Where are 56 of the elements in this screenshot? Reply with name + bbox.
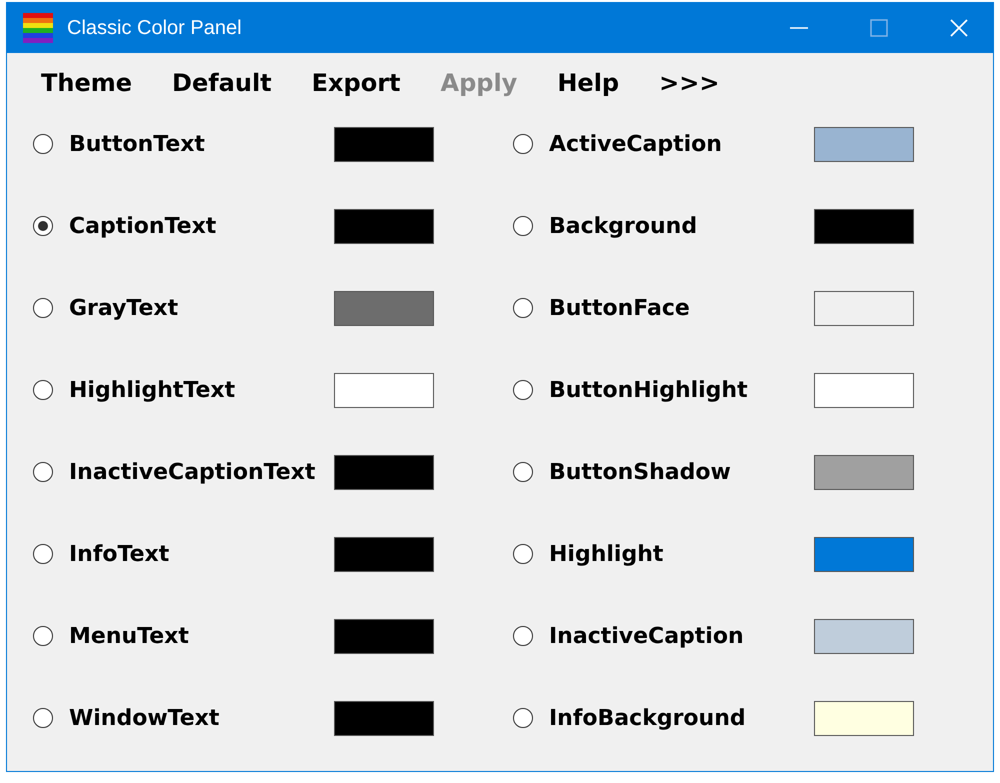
color-name-label: ButtonHighlight <box>549 378 749 402</box>
radio-button[interactable] <box>33 626 53 646</box>
color-name-label: ButtonShadow <box>549 460 732 484</box>
radio-button[interactable] <box>33 544 53 564</box>
radio-button[interactable] <box>513 544 533 564</box>
radio-button[interactable] <box>513 298 533 318</box>
menu-item[interactable]: >>> <box>659 69 720 97</box>
color-name-label: InactiveCaption <box>549 624 745 648</box>
color-swatch[interactable] <box>814 700 914 736</box>
color-name-label: HighlightText <box>69 378 236 402</box>
color-swatch[interactable] <box>814 126 914 162</box>
menu-item[interactable]: Default <box>172 69 272 97</box>
radio-button[interactable] <box>513 708 533 728</box>
radio-button[interactable] <box>513 626 533 646</box>
color-swatch[interactable] <box>334 208 434 244</box>
color-name-label: CaptionText <box>69 214 218 238</box>
rainbow-app-icon <box>23 13 53 43</box>
color-swatch[interactable] <box>814 536 914 572</box>
radio-button[interactable] <box>33 134 53 154</box>
menu-item[interactable]: Theme <box>41 69 132 97</box>
color-name-label: InfoText <box>69 542 170 566</box>
radio-button[interactable] <box>33 298 53 318</box>
radio-button[interactable] <box>33 462 53 482</box>
radio-button[interactable] <box>33 380 53 400</box>
color-swatch[interactable] <box>814 372 914 408</box>
color-name-label: Background <box>549 214 698 238</box>
color-swatch[interactable] <box>334 618 434 654</box>
radio-button[interactable] <box>513 462 533 482</box>
color-name-label: ActiveCaption <box>549 132 723 156</box>
close-icon[interactable] <box>949 18 969 38</box>
color-swatch[interactable] <box>334 372 434 408</box>
color-swatch[interactable] <box>814 618 914 654</box>
color-name-label: ButtonFace <box>549 296 691 320</box>
color-swatch[interactable] <box>334 700 434 736</box>
radio-button[interactable] <box>33 708 53 728</box>
color-name-label: Highlight <box>549 542 664 566</box>
color-swatch[interactable] <box>334 454 434 490</box>
color-name-label: WindowText <box>69 706 220 730</box>
color-name-label: ButtonText <box>69 132 206 156</box>
color-name-label: GrayText <box>69 296 180 320</box>
menu-item[interactable]: Export <box>312 69 401 97</box>
window-title: Classic Color Panel <box>67 16 243 40</box>
color-swatch[interactable] <box>814 454 914 490</box>
color-swatch[interactable] <box>334 290 434 326</box>
radio-button[interactable] <box>33 216 53 236</box>
color-swatch[interactable] <box>334 536 434 572</box>
radio-button[interactable] <box>513 380 533 400</box>
menu-item[interactable]: Help <box>557 69 620 97</box>
color-name-label: MenuText <box>69 624 190 648</box>
radio-button[interactable] <box>513 216 533 236</box>
color-swatch[interactable] <box>334 126 434 162</box>
radio-button[interactable] <box>513 134 533 154</box>
color-swatch[interactable] <box>814 290 914 326</box>
color-name-label: InactiveCaptionText <box>69 460 316 484</box>
color-name-label: InfoBackground <box>549 706 747 730</box>
color-swatch[interactable] <box>814 208 914 244</box>
